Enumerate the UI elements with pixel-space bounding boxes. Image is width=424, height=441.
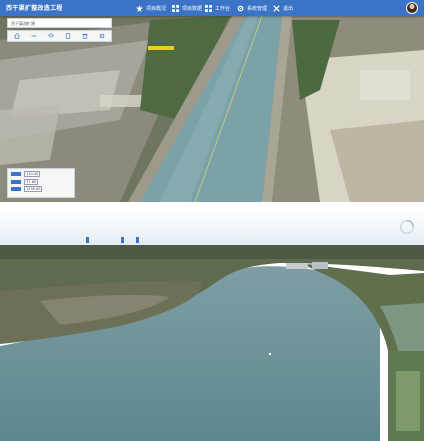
- nav-item-label: 工作台: [215, 5, 231, 12]
- coord-row-latitude: 37.60: [11, 178, 71, 185]
- nav-item-label: 项目概况: [146, 5, 167, 12]
- latitude-value[interactable]: 37.60: [24, 178, 39, 185]
- coord-label-swatch: [11, 187, 21, 191]
- grid-icon: [172, 4, 179, 12]
- gear-icon: [237, 5, 244, 11]
- home-icon[interactable]: [13, 33, 20, 39]
- star-icon: [136, 4, 143, 12]
- map-toolbar: [7, 30, 112, 42]
- coord-row-longitude: 110.45: [11, 171, 71, 177]
- loading-spinner-icon: [400, 220, 414, 234]
- delete-icon[interactable]: [82, 33, 88, 39]
- coord-label-swatch: [11, 179, 21, 184]
- nav-item-project-data[interactable]: 项目数据: [172, 3, 202, 13]
- river-3d-scene[interactable]: [0, 211, 424, 441]
- nav-item-label: 系统管理: [247, 5, 268, 12]
- nav-item-logout[interactable]: 退出: [273, 3, 293, 13]
- nav-item-label: 退出: [283, 5, 294, 12]
- top-navbar: 西干渠扩整改造工程 项目概况 项目数据 工作台 系统管理 退出: [0, 0, 424, 16]
- layer-icon[interactable]: [47, 33, 54, 39]
- map-view-top[interactable]: 西干渠扩整改造工程 项目概况 项目数据 工作台 系统管理 退出 西干渠改扩建 1…: [0, 0, 424, 202]
- nav-item-label: 项目数据: [182, 5, 203, 12]
- tools-icon: [273, 4, 280, 12]
- user-avatar[interactable]: [406, 2, 418, 14]
- nav-item-project-overview[interactable]: 项目概况: [136, 3, 166, 13]
- coord-label-swatch: [11, 172, 21, 176]
- search-input[interactable]: 西干渠改扩建: [7, 18, 112, 28]
- coordinate-panel: 110.45 37.60 1235.00: [7, 168, 75, 198]
- locate-icon[interactable]: [99, 33, 105, 39]
- grid-icon: [205, 4, 212, 12]
- save-icon[interactable]: [65, 33, 71, 39]
- nav-item-workbench[interactable]: 工作台: [205, 3, 230, 13]
- coord-row-height: 1235.00: [11, 186, 71, 192]
- nav-item-system-admin[interactable]: 系统管理: [237, 3, 267, 13]
- measure-icon[interactable]: [31, 33, 37, 39]
- height-value[interactable]: 1235.00: [24, 186, 43, 192]
- longitude-value[interactable]: 110.45: [24, 171, 41, 177]
- map-view-bottom[interactable]: [0, 211, 424, 441]
- app-title: 西干渠扩整改造工程: [6, 5, 63, 12]
